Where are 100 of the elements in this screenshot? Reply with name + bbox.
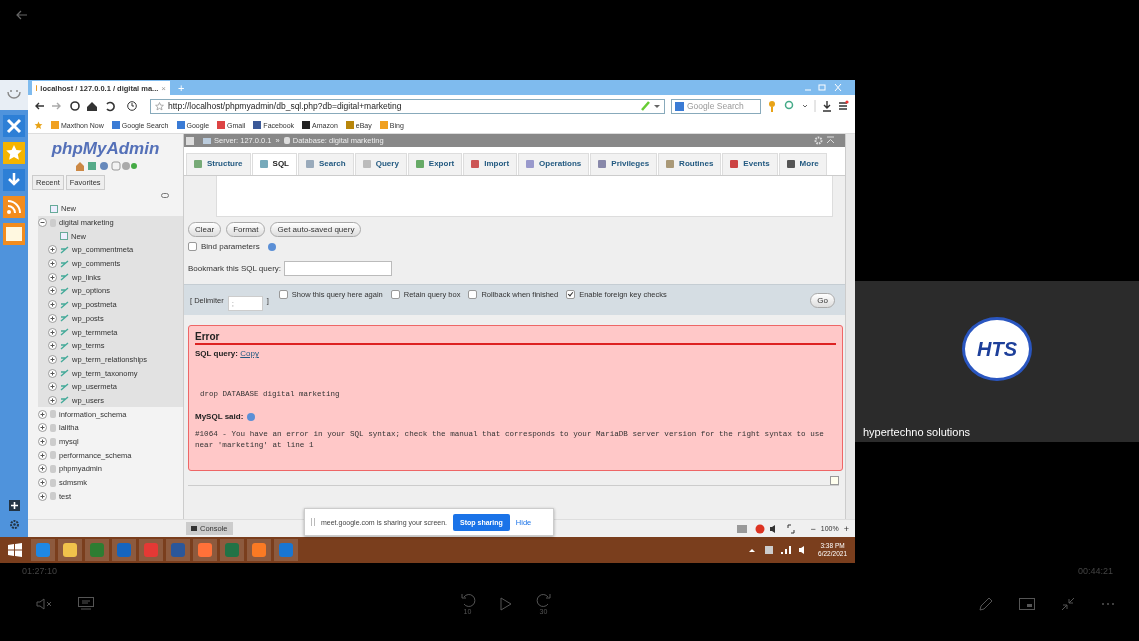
help-icon[interactable] [267, 242, 276, 251]
nav-icons[interactable] [74, 161, 137, 171]
collapse-up-icon[interactable] [826, 136, 835, 145]
bookmark-icon [302, 121, 311, 129]
expand-toggle[interactable] [48, 354, 57, 364]
tab[interactable]: Structure [186, 153, 251, 175]
new-icon [50, 204, 58, 213]
drag-handle-icon[interactable] [311, 518, 315, 526]
expand-toggle[interactable] [38, 437, 47, 447]
expand-toggle[interactable] [48, 272, 57, 282]
tab-icon [362, 159, 371, 168]
pen-icon[interactable] [979, 596, 993, 611]
captions-icon[interactable] [78, 597, 94, 610]
tab[interactable]: Export [407, 153, 463, 175]
note-icon[interactable] [830, 476, 839, 485]
note-icon[interactable] [3, 223, 25, 245]
expand-toggle[interactable] [48, 300, 57, 310]
tab-icon [598, 159, 607, 168]
tab[interactable]: Operations [518, 153, 590, 175]
expand-toggle[interactable] [38, 450, 47, 460]
bookmark-icon [379, 121, 388, 129]
tab[interactable]: More [778, 153, 827, 175]
download-icon[interactable] [3, 169, 25, 191]
expand-toggle[interactable] [48, 327, 57, 337]
server-icon [203, 137, 211, 144]
expand-toggle[interactable] [48, 368, 57, 378]
link-icon[interactable] [161, 193, 169, 198]
query-button[interactable]: Get auto-saved query [270, 222, 362, 237]
more-icon[interactable] [1101, 601, 1115, 606]
expand-toggle[interactable] [48, 245, 57, 255]
checkbox[interactable] [390, 290, 400, 299]
tab-icon [259, 159, 268, 168]
checkbox[interactable] [566, 290, 576, 299]
checkbox[interactable] [188, 242, 197, 251]
mute-icon[interactable] [36, 597, 52, 610]
toolbar-icons[interactable] [767, 100, 849, 112]
tab[interactable]: Routines [658, 153, 722, 175]
expand-toggle[interactable] [48, 259, 57, 269]
go-button[interactable]: Go [810, 292, 835, 308]
tab[interactable]: Events [722, 153, 778, 175]
query-button[interactable]: Clear [188, 222, 222, 237]
tab[interactable]: Import [463, 153, 518, 175]
address-field[interactable]: http://localhost/phpmyadmin/db_sql.php?db=digital+marketing [150, 98, 665, 114]
expand-toggle[interactable] [48, 286, 57, 296]
remaining-time: 00:44:21 [1077, 566, 1113, 576]
tools-icon[interactable] [3, 115, 25, 137]
error-title: Error [195, 331, 836, 345]
search-engine-icon[interactable] [675, 101, 684, 111]
play-icon[interactable] [499, 596, 512, 611]
query-button[interactable]: Format [226, 222, 266, 237]
zoom-out-button[interactable]: − [810, 523, 816, 534]
expand-toggle[interactable] [38, 491, 47, 501]
checkbox[interactable] [468, 290, 478, 299]
expand-toggle[interactable] [38, 464, 47, 474]
tab[interactable]: Search [298, 153, 354, 175]
scrollbar[interactable] [845, 134, 855, 519]
table-icon [60, 341, 69, 350]
expand-toggle[interactable] [48, 382, 57, 392]
table-icon [60, 259, 69, 268]
bookmark-field[interactable] [284, 261, 393, 276]
bookmark-icon [217, 121, 226, 129]
bookmark-icon [176, 121, 185, 129]
expand-toggle[interactable] [48, 313, 57, 323]
help-icon[interactable] [247, 412, 256, 421]
table-icon [60, 245, 69, 254]
table-icon [60, 355, 69, 364]
copy-link[interactable]: Copy [240, 349, 259, 358]
phpmyadmin-logo[interactable]: phpMyAdmin [28, 139, 183, 159]
mysql-said-label: MySQL said: [195, 412, 244, 421]
table-icon [60, 369, 69, 378]
tab-icon [730, 159, 739, 168]
zoom-in-button[interactable]: + [843, 523, 849, 534]
expand-toggle[interactable] [38, 423, 47, 433]
tab[interactable]: SQL [251, 153, 297, 175]
bookmark-icon [253, 121, 262, 129]
rss-icon[interactable] [3, 196, 25, 218]
picture-in-picture-icon[interactable] [1019, 597, 1035, 610]
expand-toggle[interactable] [38, 409, 47, 419]
tab[interactable]: Query [354, 153, 407, 175]
checkbox-label: Bind parameters [201, 242, 260, 251]
add-icon[interactable] [8, 500, 20, 511]
new-icon [60, 232, 68, 241]
tab[interactable]: Privileges [590, 153, 658, 175]
star-icon[interactable] [34, 120, 43, 130]
smiley-icon[interactable] [6, 89, 22, 101]
field-label: Bookmark this SQL query: [188, 264, 282, 273]
checkbox[interactable] [278, 290, 288, 299]
search-field[interactable]: Google Search [671, 98, 761, 114]
windows-start-icon[interactable] [8, 543, 22, 557]
table-icon [60, 273, 69, 282]
leaf-icon[interactable] [640, 101, 660, 111]
expand-toggle[interactable] [48, 341, 57, 351]
star-icon[interactable] [155, 101, 164, 111]
expand-toggle[interactable] [38, 478, 47, 488]
expand-toggle[interactable] [48, 395, 57, 405]
settings-icon[interactable] [8, 519, 20, 530]
sql-query-field[interactable] [216, 176, 833, 217]
expand-toggle[interactable] [38, 218, 47, 228]
back-arrow-icon[interactable] [16, 10, 28, 20]
database-icon [283, 137, 290, 144]
